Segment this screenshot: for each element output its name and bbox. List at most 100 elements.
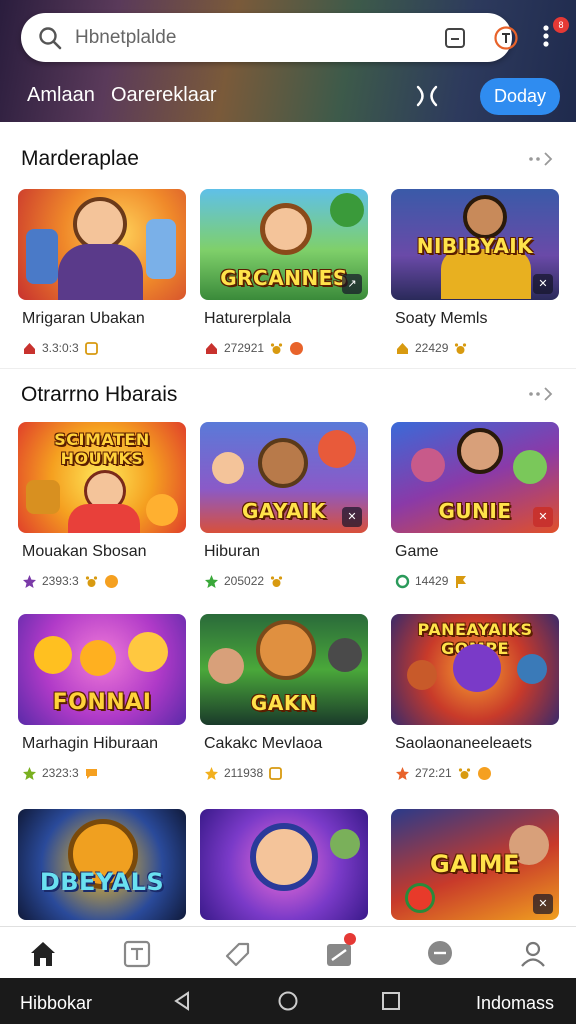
character-image <box>73 197 127 251</box>
more-menu-icon[interactable] <box>538 22 554 52</box>
game-title: Soaty Memls <box>395 310 488 327</box>
section-more-icon[interactable] <box>527 385 557 403</box>
game-rating: 3.3:0:3 <box>42 341 79 355</box>
header-tab-mid[interactable]: Oarereklaar <box>111 84 217 107</box>
game-meta: 272921 <box>204 339 304 357</box>
recycle-icon <box>395 574 410 588</box>
search-input[interactable]: Hbnetplalde <box>75 27 176 49</box>
character-image <box>330 829 360 859</box>
paw-icon <box>455 342 467 354</box>
game-thumbnail[interactable] <box>200 809 368 920</box>
home-small-icon <box>397 342 408 354</box>
categories-icon[interactable] <box>122 939 152 969</box>
star-icon <box>23 574 36 588</box>
game-rating: 2393:3 <box>42 574 79 588</box>
fist-image <box>328 638 362 672</box>
chat-icon <box>85 768 97 779</box>
game-rating: 211938 <box>224 766 264 780</box>
game-art-title: DBEYALS <box>39 868 165 896</box>
star-icon <box>23 766 36 780</box>
game-meta: 211938 <box>204 764 283 782</box>
bottom-nav <box>0 926 576 978</box>
game-thumbnail[interactable]: DBEYALS <box>18 809 186 920</box>
tag-icon[interactable] <box>222 939 252 969</box>
game-art-title: GAKN <box>250 691 318 715</box>
character-image <box>407 660 437 690</box>
game-title: Marhagin Hiburaan <box>22 735 159 752</box>
today-button[interactable]: Doday <box>480 78 560 115</box>
home-icon[interactable] <box>28 939 58 969</box>
game-thumbnail[interactable]: SCIMATEN HOUMKS <box>18 422 186 533</box>
search-bar[interactable]: Hbnetplalde <box>21 13 518 62</box>
character-image <box>208 648 244 684</box>
character-body <box>58 244 143 300</box>
character-image <box>260 203 312 255</box>
app-header: Hbnetplalde 8 Amlaan Oarereklaar Doday <box>0 0 576 122</box>
header-tab-left[interactable]: Amlaan <box>27 84 95 107</box>
system-right-label: Indomass <box>476 993 555 1013</box>
game-art-title: FONNAI <box>52 690 152 715</box>
menu-badge: 8 <box>553 17 569 33</box>
game-title: Cakakc Mevlaoa <box>204 735 323 752</box>
game-thumbnail[interactable]: PANEAYAIKS GOMPE <box>391 614 559 725</box>
section-title-1: Marderaplae <box>21 147 139 170</box>
game-rating: 205022 <box>224 574 265 588</box>
game-thumbnail[interactable]: NIBIBYAIK ✕ <box>391 189 559 300</box>
game-thumbnail[interactable]: GAIME ✕ <box>391 809 559 920</box>
character-image <box>513 450 547 484</box>
game-thumbnail[interactable]: GRCANNES ↗ <box>200 189 368 300</box>
system-nav-bar: Hibbokar Indomass <box>0 978 576 1024</box>
play-button-image <box>405 883 435 913</box>
game-meta: 14429 <box>395 572 468 590</box>
game-thumbnail[interactable]: GAYAIK ✕ <box>200 422 368 533</box>
chat-icon[interactable] <box>425 939 455 969</box>
game-rating: 272:21 <box>415 766 452 780</box>
home-small-icon <box>24 342 35 354</box>
box-icon <box>84 341 98 355</box>
game-meta: 2323:3 <box>22 764 99 782</box>
emoji-image <box>128 632 168 672</box>
coin-icon <box>290 341 304 355</box>
game-title: Mouakan Sbosan <box>22 543 147 560</box>
item-image <box>146 219 176 279</box>
item-image <box>26 229 58 284</box>
character-image <box>256 620 316 680</box>
profile-icon[interactable] <box>518 939 548 969</box>
tree-image <box>330 193 364 227</box>
scan-icon[interactable] <box>443 26 467 50</box>
close-icon[interactable] <box>413 82 441 110</box>
system-left-label: Hibbokar <box>20 993 93 1013</box>
game-title: Mrigaran Ubakan <box>22 310 145 327</box>
cross-badge-icon: ✕ <box>533 274 553 294</box>
notification-icon[interactable] <box>493 25 519 51</box>
game-art-title: SCIMATEN HOUMKS <box>54 430 150 468</box>
game-thumbnail[interactable]: FONNAI <box>18 614 186 725</box>
character-image <box>212 452 244 484</box>
box-icon <box>269 766 283 780</box>
star-icon <box>396 766 409 780</box>
paw-icon <box>85 575 97 587</box>
game-thumbnail[interactable]: GAKN <box>200 614 368 725</box>
section-title-2: Otrarrno Hbarais <box>21 383 178 406</box>
game-thumbnail[interactable] <box>18 189 186 300</box>
character-body <box>68 504 140 533</box>
character-image <box>258 438 308 488</box>
game-thumbnail[interactable]: GUNIE ✕ <box>391 422 559 533</box>
smile-icon <box>477 766 491 780</box>
paw-icon <box>270 342 283 354</box>
paw-icon <box>270 575 283 587</box>
character-image <box>318 430 356 468</box>
back-icon[interactable] <box>172 990 194 1012</box>
emoji-image <box>80 640 116 676</box>
character-image <box>463 195 507 239</box>
flag-icon <box>456 575 467 588</box>
section-more-icon[interactable] <box>527 150 557 168</box>
game-meta: 205022 <box>204 572 284 590</box>
creature-image <box>146 494 178 526</box>
cross-badge-icon: ✕ <box>342 507 362 527</box>
character-image <box>457 428 503 474</box>
stats-badge <box>344 933 356 945</box>
home-circle-icon[interactable] <box>277 990 299 1012</box>
recents-icon[interactable] <box>380 990 402 1012</box>
cross-badge-icon: ✕ <box>533 894 553 914</box>
